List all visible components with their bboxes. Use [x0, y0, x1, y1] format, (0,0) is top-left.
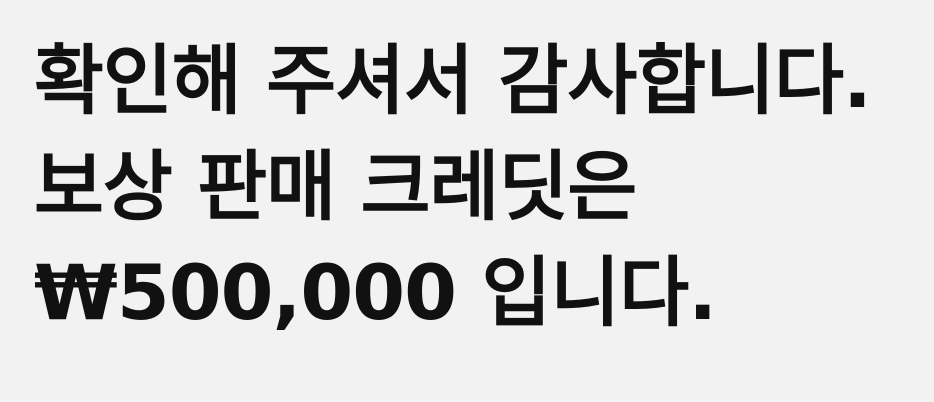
confirmation-message: 확인해 주셔서 감사합니다. 보상 판매 크레딧은 ₩500,000 입니다.	[34, 28, 872, 346]
trade-in-credit-label: 보상 판매 크레딧은	[34, 142, 637, 231]
thank-you-text: 확인해 주셔서 감사합니다.	[34, 36, 872, 125]
trade-in-credit-amount: ₩500,000 입니다.	[34, 248, 717, 337]
confirmation-screen: 확인해 주셔서 감사합니다. 보상 판매 크레딧은 ₩500,000 입니다.	[0, 0, 934, 402]
